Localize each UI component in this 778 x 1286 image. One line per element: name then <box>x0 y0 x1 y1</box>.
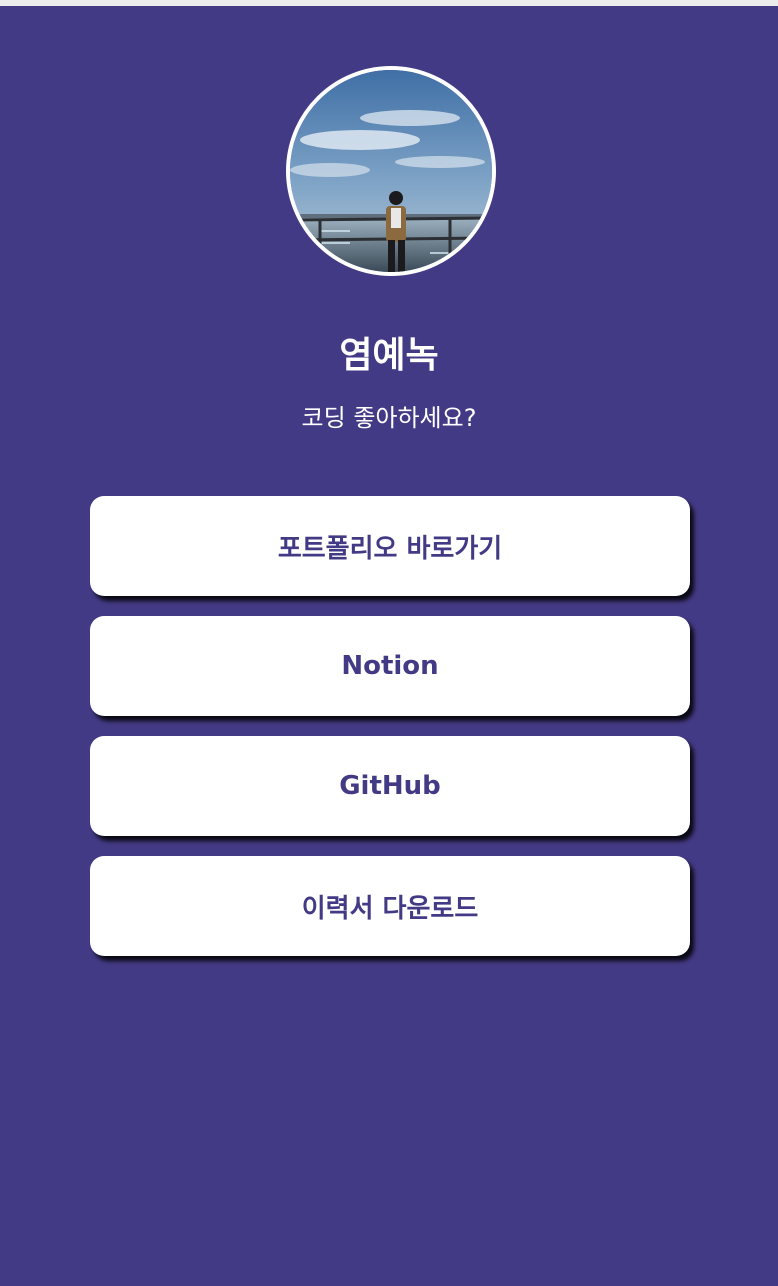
profile-photo <box>290 70 492 272</box>
profile-avatar <box>286 66 496 276</box>
portfolio-link-button[interactable]: 포트폴리오 바로가기 <box>90 496 690 596</box>
resume-download-button[interactable]: 이력서 다운로드 <box>90 856 690 956</box>
link-list: 포트폴리오 바로가기 Notion GitHub 이력서 다운로드 <box>90 496 690 976</box>
github-link-button[interactable]: GitHub <box>90 736 690 836</box>
profile-page: 염예녹 코딩 좋아하세요? 포트폴리오 바로가기 Notion GitHub 이… <box>0 6 778 1286</box>
profile-tagline: 코딩 좋아하세요? <box>301 404 477 432</box>
profile-name: 염예녹 <box>339 335 439 376</box>
notion-link-button[interactable]: Notion <box>90 616 690 716</box>
